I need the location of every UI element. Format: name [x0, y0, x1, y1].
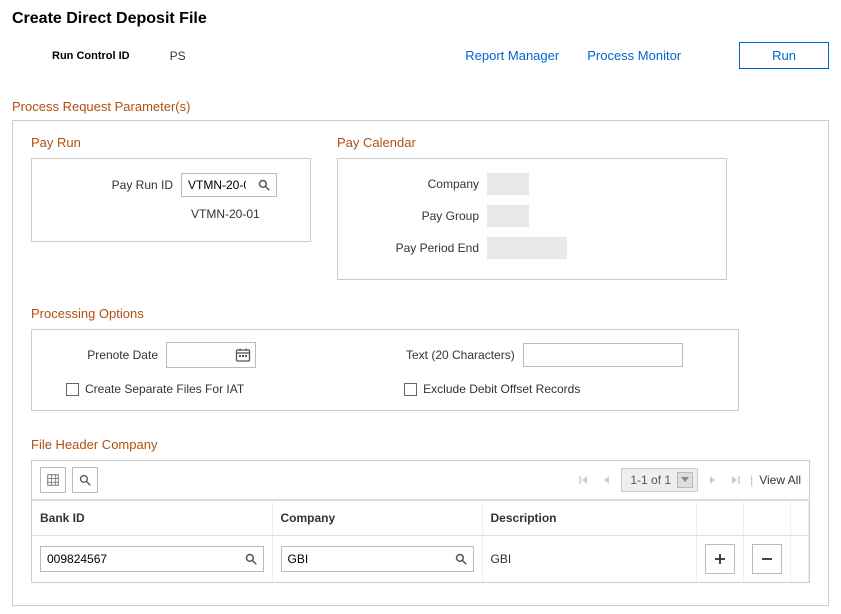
- nav-separator: |: [750, 473, 753, 487]
- params-section-title: Process Request Parameter(s): [12, 99, 829, 114]
- processing-options-title: Processing Options: [31, 306, 810, 321]
- company-input[interactable]: [282, 547, 449, 571]
- first-page-button[interactable]: [575, 473, 593, 487]
- col-company[interactable]: Company: [272, 501, 482, 536]
- process-monitor-link[interactable]: Process Monitor: [587, 48, 681, 63]
- chevron-down-icon: [681, 477, 689, 483]
- pay-run-group: Pay Run Pay Run ID VTMN-20-01: [31, 135, 311, 280]
- add-row-button[interactable]: [705, 544, 735, 574]
- company-label: Company: [352, 177, 487, 191]
- file-header-company-title: File Header Company: [31, 437, 810, 452]
- pay-group-label: Pay Group: [352, 209, 487, 223]
- separate-files-iat-label: Create Separate Files For IAT: [85, 382, 244, 396]
- search-icon: [245, 553, 257, 565]
- pay-run-title: Pay Run: [31, 135, 311, 150]
- run-control-id-value: PS: [170, 49, 186, 63]
- page-dropdown[interactable]: 1-1 of 1: [621, 468, 698, 492]
- grid-personalize-button[interactable]: [40, 467, 66, 493]
- processing-options-group: Processing Options Prenote Date Text (20…: [31, 306, 810, 411]
- separate-files-iat-checkbox[interactable]: [66, 383, 79, 396]
- exclude-debit-offset-label: Exclude Debit Offset Records: [423, 382, 580, 396]
- minus-icon: [761, 553, 773, 565]
- prenote-date-label: Prenote Date: [46, 348, 166, 362]
- last-page-button[interactable]: [726, 473, 744, 487]
- bank-id-lookup-button[interactable]: [239, 551, 263, 567]
- search-icon: [79, 473, 91, 487]
- company-field[interactable]: [281, 546, 474, 572]
- search-icon: [455, 553, 467, 565]
- run-control-id-label: Run Control ID: [52, 50, 130, 62]
- text-20-label: Text (20 Characters): [406, 348, 523, 362]
- top-links: Report Manager Process Monitor Run: [465, 42, 829, 69]
- page-range: 1-1 of 1: [630, 473, 671, 487]
- last-icon: [730, 475, 740, 485]
- plus-icon: [714, 553, 726, 565]
- pay-run-id-field[interactable]: [181, 173, 277, 197]
- page-title: Create Direct Deposit File: [12, 10, 829, 28]
- view-all-link[interactable]: View All: [759, 473, 801, 487]
- pay-calendar-group: Pay Calendar Company Pay Group Pay Perio…: [337, 135, 727, 280]
- grid-find-button[interactable]: [72, 467, 98, 493]
- page-dropdown-button[interactable]: [677, 472, 693, 488]
- delete-row-button[interactable]: [752, 544, 782, 574]
- prev-page-button[interactable]: [599, 473, 615, 487]
- grid-toolbar: 1-1 of 1 | View All: [32, 461, 809, 500]
- company-lookup-button[interactable]: [449, 551, 473, 567]
- search-icon: [258, 179, 270, 191]
- chevron-left-icon: [603, 475, 611, 485]
- bank-id-input[interactable]: [41, 547, 239, 571]
- pay-run-id-input[interactable]: [182, 174, 252, 196]
- run-button[interactable]: Run: [739, 42, 829, 69]
- pay-run-id-label: Pay Run ID: [46, 178, 181, 192]
- company-value: [487, 173, 529, 195]
- text-20-input[interactable]: [523, 343, 683, 367]
- pay-run-id-lookup-button[interactable]: [252, 177, 276, 193]
- col-bank-id[interactable]: Bank ID: [32, 501, 272, 536]
- table-row: GBI: [32, 536, 809, 583]
- report-manager-link[interactable]: Report Manager: [465, 48, 559, 63]
- pay-calendar-title: Pay Calendar: [337, 135, 727, 150]
- col-description[interactable]: Description: [482, 501, 697, 536]
- bank-id-field[interactable]: [40, 546, 264, 572]
- grid-icon: [47, 473, 59, 487]
- pay-period-end-value: [487, 237, 567, 259]
- pay-period-end-label: Pay Period End: [352, 241, 487, 255]
- next-page-button[interactable]: [704, 473, 720, 487]
- first-icon: [579, 475, 589, 485]
- file-header-company-group: File Header Company 1-1 of 1: [31, 437, 810, 583]
- exclude-debit-offset-checkbox[interactable]: [404, 383, 417, 396]
- top-row: Run Control ID PS Report Manager Process…: [12, 42, 829, 69]
- chevron-right-icon: [708, 475, 716, 485]
- grid-nav: 1-1 of 1 | View All: [575, 468, 801, 492]
- pay-run-id-description: VTMN-20-01: [191, 207, 296, 221]
- params-box: Pay Run Pay Run ID VTMN-20-01 Pay Calend…: [12, 120, 829, 606]
- calendar-icon: [235, 347, 251, 363]
- file-header-grid: Bank ID Company Description: [32, 500, 809, 582]
- description-cell: GBI: [482, 536, 697, 583]
- pay-group-value: [487, 205, 529, 227]
- prenote-date-field[interactable]: [166, 342, 256, 368]
